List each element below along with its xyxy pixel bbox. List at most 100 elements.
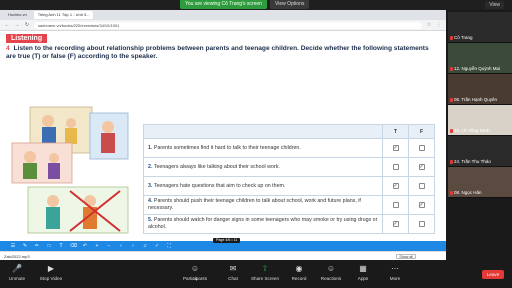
- muted-mic-icon: [450, 67, 453, 71]
- statement-header: [143, 124, 383, 139]
- participant-name: 06. Trần Hạnh Quyên: [454, 97, 498, 102]
- next-page-icon[interactable]: ›: [130, 243, 136, 249]
- participant-name: Cô Trang: [454, 35, 473, 40]
- true-cell: ✓: [382, 176, 409, 196]
- leave-button[interactable]: Leave: [482, 270, 504, 279]
- false-cell: [408, 214, 435, 234]
- more-label: More: [389, 276, 401, 281]
- more-icon: ⋯: [391, 264, 399, 273]
- pen-icon[interactable]: ✎: [22, 243, 28, 249]
- chat-button[interactable]: ✉ Chat: [218, 264, 248, 281]
- zoom-top-bar: You are viewing Cô Trang's screen View O…: [0, 0, 512, 10]
- browser-tab[interactable]: Hoclieu.vn: [4, 11, 31, 19]
- menu-icon[interactable]: ☰: [10, 243, 16, 249]
- participant-name: 15. Lê Hồng Minh: [454, 128, 490, 133]
- prev-page-icon[interactable]: ‹: [118, 243, 124, 249]
- text-icon[interactable]: T: [58, 243, 64, 249]
- muted-mic-icon: [450, 191, 453, 195]
- false-checkbox[interactable]: [418, 182, 425, 189]
- statement-cell: 2. Teenagers always like talking about t…: [143, 157, 383, 177]
- zoom-out-icon[interactable]: −: [106, 243, 112, 249]
- table-row: 2. Teenagers always like talking about t…: [143, 157, 435, 177]
- download-bar: Zalo2022.mp3 Show all: [0, 251, 446, 260]
- undo-icon[interactable]: ↶: [82, 243, 88, 249]
- false-cell: ✓: [408, 157, 435, 177]
- browser-tab-bar: Hoclieu.vn Tiếng Anh 11 Tập 1 - Unit 3..…: [0, 10, 446, 20]
- muted-mic-icon: [450, 160, 453, 164]
- statement-text: Parents sometimes find it hard to talk t…: [153, 144, 301, 151]
- view-button[interactable]: View: [485, 1, 504, 9]
- menu-icon[interactable]: ⋮: [436, 22, 442, 28]
- chat-label: Chat: [228, 276, 238, 281]
- statement-text: Parents should watch for danger signs in…: [148, 217, 378, 230]
- participant-tile[interactable]: 24. Trần Thu Thảo: [448, 136, 512, 167]
- participant-tile[interactable]: 06. Trần Hạnh Quyên: [448, 74, 512, 105]
- false-checkbox[interactable]: [418, 220, 425, 227]
- statement-text: Teenagers hate questions that aim to che…: [153, 182, 286, 189]
- zoom-bottom-toolbar: 🎤 Unmute ▶ Stop Video ☺25 Participants ✉…: [0, 260, 512, 288]
- zoom-in-icon[interactable]: +: [94, 243, 100, 249]
- eraser-icon[interactable]: ⌫: [70, 243, 77, 249]
- participant-tile[interactable]: 15. Lê Hồng Minh: [448, 105, 512, 136]
- statement-number: 5.: [148, 217, 153, 223]
- section-tag: Listening: [6, 34, 48, 43]
- participant-tile[interactable]: Cô Trang: [448, 12, 512, 43]
- reactions-button[interactable]: ☺ Reactions: [316, 264, 346, 281]
- false-checkbox[interactable]: ✓: [418, 201, 425, 208]
- forward-icon[interactable]: →: [14, 22, 20, 28]
- share-screen-label: Share Screen: [250, 276, 280, 281]
- muted-mic-icon: [450, 129, 453, 133]
- true-checkbox[interactable]: [392, 163, 399, 170]
- show-all-button[interactable]: Show all: [396, 254, 416, 259]
- browser-tab-active[interactable]: Tiếng Anh 11 Tập 1 - Unit 3...: [33, 11, 94, 19]
- participant-name: 12. Nguyễn Quỳnh Mai: [454, 66, 501, 71]
- download-file[interactable]: Zalo2022.mp3: [4, 254, 30, 259]
- statement-number: 1.: [148, 144, 153, 151]
- true-checkbox[interactable]: [392, 201, 399, 208]
- apps-label: Apps: [357, 276, 369, 281]
- true-cell: [382, 195, 409, 215]
- apps-icon: ▦: [359, 264, 367, 273]
- true-cell: ✓: [382, 214, 409, 234]
- statement-text: Teenagers always like talking about thei…: [153, 163, 280, 170]
- highlighter-icon[interactable]: ✏: [34, 243, 40, 249]
- stop-video-label: Stop Video: [39, 276, 63, 281]
- statement-cell: 5. Parents should watch for danger signs…: [143, 214, 383, 234]
- illustration-image: [8, 103, 138, 235]
- view-options-button[interactable]: View Options: [270, 0, 310, 9]
- microphone-muted-icon: 🎤: [12, 264, 22, 273]
- participants-button[interactable]: ☺25 Participants: [180, 264, 210, 281]
- share-screen-button[interactable]: ⇧ Share Screen: [250, 264, 280, 281]
- url-field[interactable]: sachmem.vn/books/220/exercises/34/10/100…: [34, 21, 422, 29]
- unmute-button[interactable]: 🎤 Unmute: [2, 264, 32, 281]
- statement-cell: 1. Parents sometimes find it hard to tal…: [143, 138, 383, 158]
- instruction-body: Listen to the recording about relationsh…: [6, 45, 429, 60]
- true-checkbox[interactable]: ✓: [392, 220, 399, 227]
- participant-tile[interactable]: 12. Nguyễn Quỳnh Mai: [448, 43, 512, 74]
- true-checkbox[interactable]: ✓: [392, 182, 399, 189]
- reload-icon[interactable]: ↻: [24, 22, 30, 28]
- back-icon[interactable]: ←: [4, 22, 10, 28]
- viewing-banner: You are viewing Cô Trang's screen: [180, 0, 267, 9]
- false-checkbox[interactable]: ✓: [418, 163, 425, 170]
- fullscreen-icon[interactable]: ⛶: [166, 243, 172, 249]
- star-icon[interactable]: ☆: [426, 22, 432, 28]
- reactions-label: Reactions: [320, 276, 342, 281]
- false-header: F: [408, 124, 435, 139]
- record-button[interactable]: ◉ Record: [284, 264, 314, 281]
- statement-number: 4.: [148, 198, 153, 204]
- unmute-label: Unmute: [8, 276, 26, 281]
- statement-cell: 3. Teenagers hate questions that aim to …: [143, 176, 383, 196]
- statement-number: 3.: [148, 182, 153, 189]
- participant-tile[interactable]: 08. Ngọc Hân: [448, 167, 512, 198]
- true-header: T: [382, 124, 409, 139]
- apps-button[interactable]: ▦ Apps: [348, 264, 378, 281]
- stop-video-button[interactable]: ▶ Stop Video: [36, 264, 66, 281]
- shape-icon[interactable]: □: [46, 243, 52, 249]
- false-cell: [408, 138, 435, 158]
- check-icon[interactable]: ✓: [154, 243, 160, 249]
- audio-icon[interactable]: ♫: [142, 243, 148, 249]
- true-checkbox[interactable]: ✓: [392, 144, 399, 151]
- false-checkbox[interactable]: [418, 144, 425, 151]
- more-button[interactable]: ⋯ More: [380, 264, 410, 281]
